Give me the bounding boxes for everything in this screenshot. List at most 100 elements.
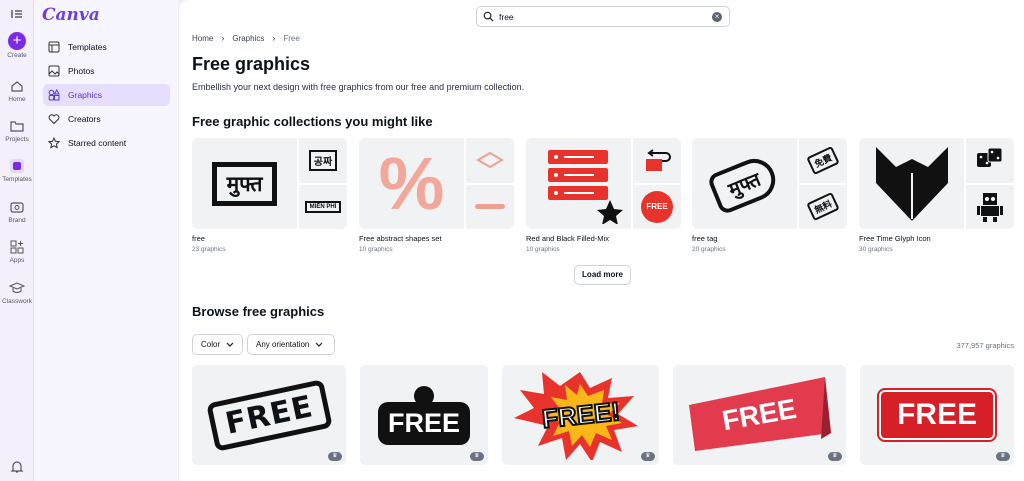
apps-icon [10, 240, 24, 254]
collection-card[interactable]: मुफ्त 免費 無料 free tag 20 graphics [692, 138, 847, 253]
graphic-text: FREE [205, 378, 333, 452]
sidebar-item-label: Templates [68, 42, 107, 52]
clear-search-icon[interactable]: × [712, 12, 722, 22]
sidebar-item-label: Creators [68, 114, 101, 124]
collection-card[interactable]: FREE Red and Black Filled-Mix 10 graphic… [526, 138, 681, 253]
rail-classwork-label: Classwork [2, 298, 32, 305]
fox-glyph-icon [875, 146, 948, 221]
collection-count: 10 graphics [359, 246, 393, 253]
heart-icon [48, 114, 60, 125]
graphic-text: FREE [876, 388, 998, 442]
plus-icon: + [8, 32, 26, 50]
image-icon [48, 65, 60, 77]
rail-item-projects[interactable]: Projects [0, 118, 34, 143]
collection-thumbnail [526, 138, 631, 229]
sidebar-panel: Canva Templates Photos Graphics Creators… [34, 0, 178, 481]
graphic-tile[interactable]: FREE ♛ [360, 365, 488, 465]
left-rail: + Create Home Projects Templates Brand A… [0, 0, 34, 481]
create-button[interactable]: + Create [0, 32, 34, 59]
graphic-text: मुफ्त [211, 161, 278, 206]
graphic-text: MIỄN PHÍ [304, 200, 342, 213]
graphic-text: मुफ्त [706, 151, 783, 216]
breadcrumb-graphics[interactable]: Graphics [232, 34, 264, 43]
chevron-right-icon: › [272, 33, 276, 43]
sidebar-item-graphics[interactable]: Graphics [43, 84, 170, 106]
search-bar[interactable]: free × [476, 6, 730, 27]
main-content: free × Home › Graphics › Free Free graph… [179, 0, 1024, 481]
graduation-cap-icon [9, 282, 25, 293]
breadcrumb-home[interactable]: Home [192, 34, 213, 43]
layout-icon [48, 41, 60, 53]
sidebar-item-templates[interactable]: Templates [43, 36, 170, 58]
crown-icon: ♛ [828, 452, 842, 461]
collection-title: free [192, 234, 205, 243]
graphic-tile[interactable]: FREE ♛ [673, 365, 846, 465]
rail-projects-label: Projects [5, 136, 29, 143]
robot-icon [977, 192, 1003, 222]
collection-thumbnail: FREE [633, 184, 681, 229]
collection-card[interactable]: मुफ्त 공짜 MIỄN PHÍ free 23 graphics [192, 138, 347, 253]
load-more-button[interactable]: Load more [574, 265, 631, 285]
breadcrumb: Home › Graphics › Free [192, 33, 300, 43]
graphic-tile[interactable]: FREE ♛ [192, 365, 346, 465]
percent-shape: % [378, 141, 445, 225]
collection-thumbnails [859, 138, 1014, 229]
sidebar-item-label: Starred content [68, 138, 127, 148]
collections-heading: Free graphic collections you might like [192, 114, 433, 129]
page-subtitle: Embellish your next design with free gra… [192, 82, 525, 92]
collection-thumbnail [466, 138, 514, 183]
line-shape [475, 204, 505, 210]
notifications-button[interactable] [0, 459, 34, 477]
create-label: Create [7, 52, 27, 59]
collection-thumbnail: MIỄN PHÍ [299, 184, 347, 229]
collection-thumbnail [633, 138, 681, 183]
sidebar-item-starred[interactable]: Starred content [43, 132, 170, 154]
chevron-down-icon [226, 342, 234, 347]
chevron-right-icon: › [221, 33, 225, 43]
collection-thumbnail [966, 138, 1014, 183]
collection-title: Red and Black Filled-Mix [526, 234, 609, 243]
crown-icon: ♛ [996, 452, 1010, 461]
rail-item-brand[interactable]: Brand [0, 199, 34, 224]
color-filter-label: Color [201, 340, 221, 349]
collection-count: 10 graphics [526, 246, 560, 253]
color-filter-dropdown[interactable]: Color [192, 334, 243, 355]
diamond-shape-icon [476, 152, 504, 169]
browse-heading: Browse free graphics [192, 304, 325, 319]
graphic-text: 공짜 [308, 149, 338, 171]
collection-title: Free Time Glyph Icon [859, 234, 931, 243]
collection-thumbnails: मुफ्त 免費 無料 [692, 138, 847, 229]
graphic-tile[interactable]: FREE! ♛ [502, 365, 659, 465]
collection-card[interactable]: Free Time Glyph Icon 30 graphics [859, 138, 1014, 253]
canva-logo[interactable]: Canva [42, 5, 100, 25]
collection-title: Free abstract shapes set [359, 234, 442, 243]
rail-home-label: Home [8, 96, 26, 103]
chevron-down-icon [315, 342, 323, 347]
collection-thumbnails: FREE [526, 138, 681, 229]
breadcrumb-current: Free [283, 33, 300, 43]
search-input[interactable]: free [499, 12, 514, 22]
collection-thumbnail: मुफ्त [192, 138, 297, 229]
rail-item-classwork[interactable]: Classwork [0, 280, 34, 305]
crown-icon: ♛ [470, 452, 484, 461]
sidebar-item-photos[interactable]: Photos [43, 60, 170, 82]
collection-thumbnail: मुफ्त [692, 138, 797, 229]
orientation-filter-label: Any orientation [256, 340, 310, 349]
rail-item-home[interactable]: Home [0, 78, 34, 103]
sidebar-item-label: Graphics [68, 90, 103, 100]
sidebar-item-creators[interactable]: Creators [43, 108, 170, 130]
rail-item-templates[interactable]: Templates [0, 158, 34, 183]
collapse-icon [11, 10, 22, 18]
rail-item-apps[interactable]: Apps [0, 239, 34, 264]
star-icon [48, 137, 60, 149]
crown-icon: ♛ [328, 452, 342, 461]
collection-thumbnail: 공짜 [299, 138, 347, 183]
collection-card[interactable]: % Free abstract shapes set 10 graphics [359, 138, 514, 253]
graphic-tile[interactable]: FREE ♛ [860, 365, 1014, 465]
collection-thumbnails: मुफ्त 공짜 MIỄN PHÍ [192, 138, 347, 229]
orientation-filter-dropdown[interactable]: Any orientation [247, 334, 335, 355]
templates-icon [10, 159, 24, 173]
rail-apps-label: Apps [9, 257, 25, 264]
rail-brand-label: Brand [8, 217, 26, 224]
collapse-sidebar-button[interactable] [0, 6, 34, 24]
